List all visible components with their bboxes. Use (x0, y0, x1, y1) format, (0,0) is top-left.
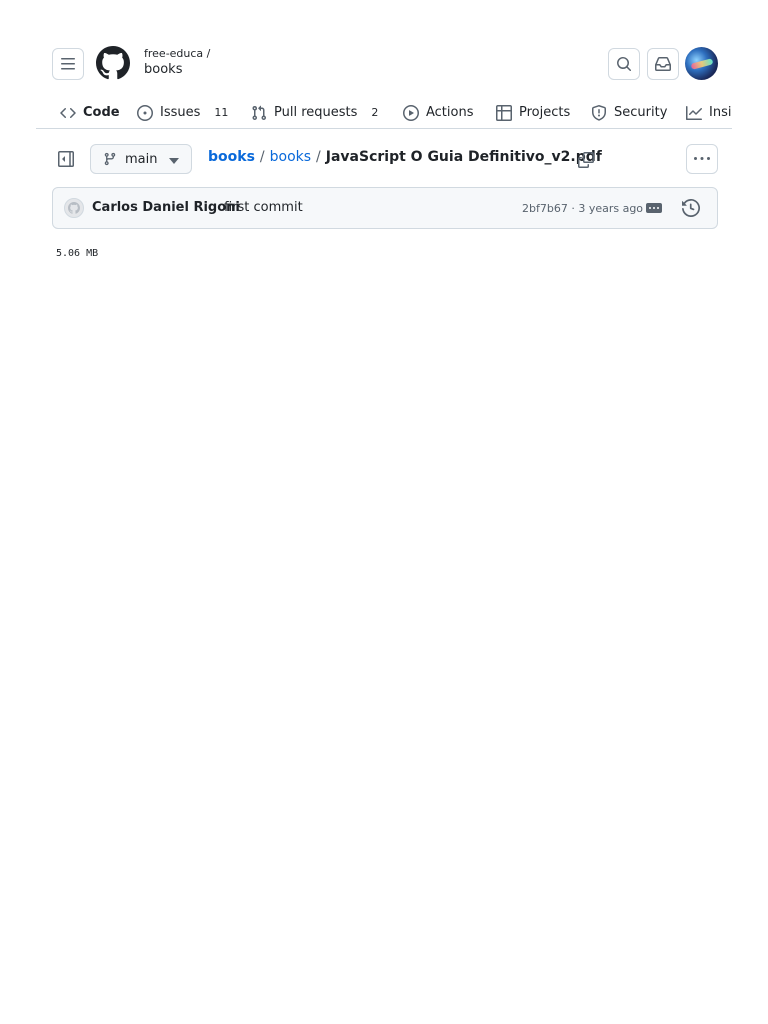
tab-security[interactable]: Security (591, 96, 668, 128)
branch-selector[interactable]: main (90, 144, 192, 174)
breadcrumb-repo-link[interactable]: books (208, 149, 255, 165)
commit-author-avatar[interactable] (64, 198, 84, 218)
copy-icon (578, 152, 594, 168)
file-size: 5.06 MB (56, 248, 99, 259)
tab-pull-requests-label: Pull requests (274, 105, 358, 120)
repo-name-link[interactable]: books (144, 62, 182, 77)
tab-issues-count: 11 (214, 106, 229, 119)
copy-path-button[interactable] (576, 150, 596, 170)
tab-pull-requests-count: 2 (371, 106, 379, 119)
tab-code[interactable]: Code (60, 96, 120, 128)
tab-projects[interactable]: Projects (496, 96, 571, 128)
toggle-file-tree-button[interactable] (52, 145, 80, 173)
header: free-educa / books (36, 32, 732, 96)
branch-name: main (125, 151, 158, 167)
commit-author-link[interactable]: Carlos Daniel Rigoni (92, 200, 240, 215)
tab-issues[interactable]: Issues 11 (137, 96, 229, 128)
repo-owner-link[interactable]: free-educa / (144, 47, 210, 60)
tab-code-label: Code (83, 105, 120, 120)
tab-security-label: Security (614, 105, 668, 120)
more-options-button[interactable] (686, 144, 718, 174)
code-icon (60, 107, 76, 118)
play-icon (403, 104, 419, 121)
commit-message-link[interactable]: first commit (224, 200, 303, 215)
breadcrumb-separator: / (259, 149, 265, 165)
history-icon[interactable] (682, 199, 700, 217)
sidebar-expand-icon (58, 151, 74, 167)
kebab-horizontal-icon (694, 157, 710, 160)
triangle-down-icon (169, 158, 179, 164)
breadcrumb-file-name: JavaScript O Guia Definitivo_v2.pdf (325, 149, 602, 165)
shield-icon (592, 104, 606, 121)
tab-actions[interactable]: Actions (403, 96, 474, 128)
file-header: main books / books / JavaScript O Guia D… (36, 142, 732, 174)
graph-icon (686, 105, 702, 120)
git-branch-icon (104, 152, 116, 166)
commit-sha-and-time[interactable]: 2bf7b67 · 3 years ago (522, 202, 643, 215)
tab-pull-requests[interactable]: Pull requests 2 (251, 96, 379, 128)
user-avatar[interactable] (685, 47, 718, 80)
menu-button[interactable] (52, 48, 84, 80)
tab-projects-label: Projects (519, 105, 571, 120)
tab-insights[interactable]: Insights (686, 96, 732, 128)
issue-icon (137, 104, 153, 121)
search-icon (617, 57, 632, 72)
inbox-button[interactable] (647, 48, 679, 80)
ellipsis-expander-button[interactable] (646, 203, 662, 213)
github-logo-icon[interactable] (96, 46, 130, 80)
pull-request-icon (252, 105, 267, 120)
tab-actions-label: Actions (426, 105, 474, 120)
github-logo-icon (68, 202, 80, 214)
breadcrumb-folder-link[interactable]: books (270, 149, 311, 165)
breadcrumb: books / books / JavaScript O Guia Defini… (208, 149, 602, 165)
table-icon (496, 104, 512, 121)
page: free-educa / books Code Issues 11 Pull r… (36, 32, 732, 992)
inbox-icon (655, 57, 671, 71)
breadcrumb-separator: / (316, 149, 321, 165)
tab-insights-label: Insights (709, 105, 732, 120)
search-button[interactable] (608, 48, 640, 80)
repo-tabs: Code Issues 11 Pull requests 2 Actions P… (36, 96, 732, 129)
tab-issues-label: Issues (160, 105, 201, 120)
hamburger-icon (61, 58, 75, 70)
latest-commit-bar: Carlos Daniel Rigoni first commit 2bf7b6… (52, 187, 718, 229)
